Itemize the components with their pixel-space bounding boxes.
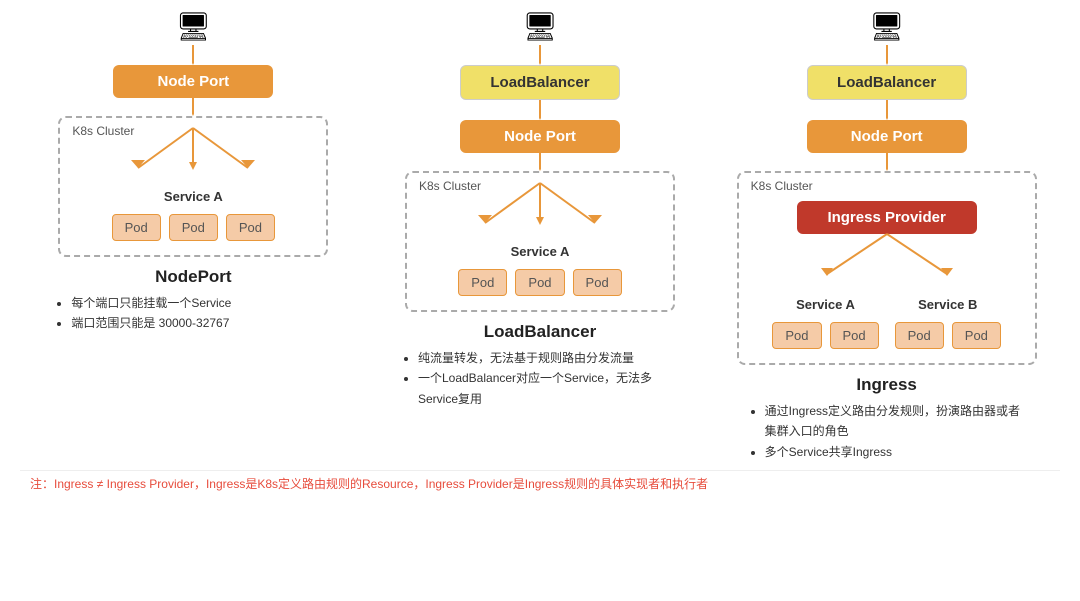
ingress-service-b-pod-1: Pod bbox=[895, 322, 944, 349]
nodeport-bullet-2: 端口范围只能是 30000-32767 bbox=[71, 313, 333, 333]
loadbalancer-top: 🖥 LoadBalancer Node Port bbox=[405, 10, 675, 312]
ingress-service-a-pod-2: Pod bbox=[830, 322, 879, 349]
lb-cluster-label: K8s Cluster bbox=[419, 179, 481, 193]
arrow-ingress-nodeport-cluster bbox=[886, 153, 888, 171]
lb-pod-3: Pod bbox=[573, 269, 622, 296]
ingress-two-services: Service A Pod Pod Service B Pod Pod bbox=[772, 297, 1001, 349]
nodeport-title: NodePort bbox=[155, 267, 232, 287]
diagrams-row: 🖥 Node Port K8s Cluster bbox=[20, 10, 1060, 462]
lb-pod-2: Pod bbox=[515, 269, 564, 296]
lb-title: LoadBalancer bbox=[484, 322, 596, 342]
ingress-title: Ingress bbox=[856, 375, 916, 395]
ingress-nodeport-box: Node Port bbox=[807, 120, 967, 153]
ingress-service-a-label: Service A bbox=[796, 297, 855, 312]
lb-bullets: 纯流量转发，无法基于规则路由分发流量 一个LoadBalancer对应一个Ser… bbox=[400, 348, 680, 409]
computer-icon-nodeport: 🖥 bbox=[176, 10, 212, 43]
ingress-service-b-label: Service B bbox=[918, 297, 977, 312]
nodeport-diagram: 🖥 Node Port K8s Cluster bbox=[43, 10, 343, 334]
lb-cluster: K8s Cluster Service A Pod bbox=[405, 171, 675, 312]
ingress-bullet-1: 通过Ingress定义路由分发规则，扮演路由器或者集群入口的角色 bbox=[765, 401, 1027, 442]
ingress-diagram: 🖥 LoadBalancer Node Port bbox=[737, 10, 1037, 462]
arrow-lb-nodeport bbox=[539, 100, 541, 120]
ingress-service-b-pod-2: Pod bbox=[952, 322, 1001, 349]
lb-pod-1: Pod bbox=[458, 269, 507, 296]
nodeport-top: 🖥 Node Port K8s Cluster bbox=[58, 10, 328, 257]
nodeport-pods-row: Pod Pod Pod bbox=[112, 214, 275, 241]
nodeport-pod-3: Pod bbox=[226, 214, 275, 241]
ingress-cluster: K8s Cluster Ingress Provider Ser bbox=[737, 171, 1037, 365]
loadbalancer-diagram: 🖥 LoadBalancer Node Port bbox=[390, 10, 690, 409]
nodeport-pod-2: Pod bbox=[169, 214, 218, 241]
nodeport-bullet-1: 每个端口只能挂载一个Service bbox=[71, 293, 333, 313]
ingress-bullets: 通过Ingress定义路由分发规则，扮演路由器或者集群入口的角色 多个Servi… bbox=[747, 401, 1027, 462]
main-container: 🖥 Node Port K8s Cluster bbox=[0, 0, 1080, 496]
nodeport-cluster: K8s Cluster Service A bbox=[58, 116, 328, 257]
nodeport-service-a: Service A Pod Pod Pod bbox=[112, 189, 275, 241]
ingress-service-a-pods: Pod Pod bbox=[772, 322, 878, 349]
computer-icon-ingress: 🖥 bbox=[869, 10, 905, 43]
computer-icon-loadbalancer: 🖥 bbox=[522, 10, 558, 43]
ingress-provider-box: Ingress Provider bbox=[797, 201, 977, 234]
ingress-service-a-col: Service A Pod Pod bbox=[772, 297, 878, 349]
lb-bullet-2: 一个LoadBalancer对应一个Service，无法多Service复用 bbox=[418, 368, 680, 409]
arrow-nodeport-cluster bbox=[192, 98, 194, 116]
lb-service-a: Service A Pod Pod Pod bbox=[458, 244, 621, 296]
lb-bullet-1: 纯流量转发，无法基于规则路由分发流量 bbox=[418, 348, 680, 368]
lb-pods-row: Pod Pod Pod bbox=[458, 269, 621, 296]
lb-nodeport-box: Node Port bbox=[460, 120, 620, 153]
arrow-computer-ingress-lb bbox=[886, 45, 888, 65]
ingress-service-b-col: Service B Pod Pod bbox=[895, 297, 1001, 349]
nodeport-pod-1: Pod bbox=[112, 214, 161, 241]
arrow-computer-lb bbox=[539, 45, 541, 65]
ingress-cluster-label: K8s Cluster bbox=[751, 179, 813, 193]
nodeport-box: Node Port bbox=[113, 65, 273, 98]
nodeport-cluster-label: K8s Cluster bbox=[72, 124, 134, 138]
ingress-service-b-pods: Pod Pod bbox=[895, 322, 1001, 349]
arrow-ingress-lb-nodeport bbox=[886, 100, 888, 120]
ingress-fanout-arrows bbox=[757, 234, 1017, 289]
ingress-lb-box: LoadBalancer bbox=[807, 65, 967, 100]
lb-service-a-label: Service A bbox=[511, 244, 570, 259]
arrow-computer-nodeport bbox=[192, 45, 194, 65]
ingress-top: 🖥 LoadBalancer Node Port bbox=[737, 10, 1037, 365]
nodeport-service-a-label: Service A bbox=[164, 189, 223, 204]
nodeport-bullets: 每个端口只能挂载一个Service 端口范围只能是 30000-32767 bbox=[53, 293, 333, 334]
footer-note: 注：Ingress ≠ Ingress Provider，Ingress是K8s… bbox=[20, 470, 1060, 496]
arrow-lb-nodeport-cluster bbox=[539, 153, 541, 171]
ingress-bullet-2: 多个Service共享Ingress bbox=[765, 442, 1027, 462]
ingress-service-a-pod-1: Pod bbox=[772, 322, 821, 349]
loadbalancer-box: LoadBalancer bbox=[460, 65, 620, 100]
